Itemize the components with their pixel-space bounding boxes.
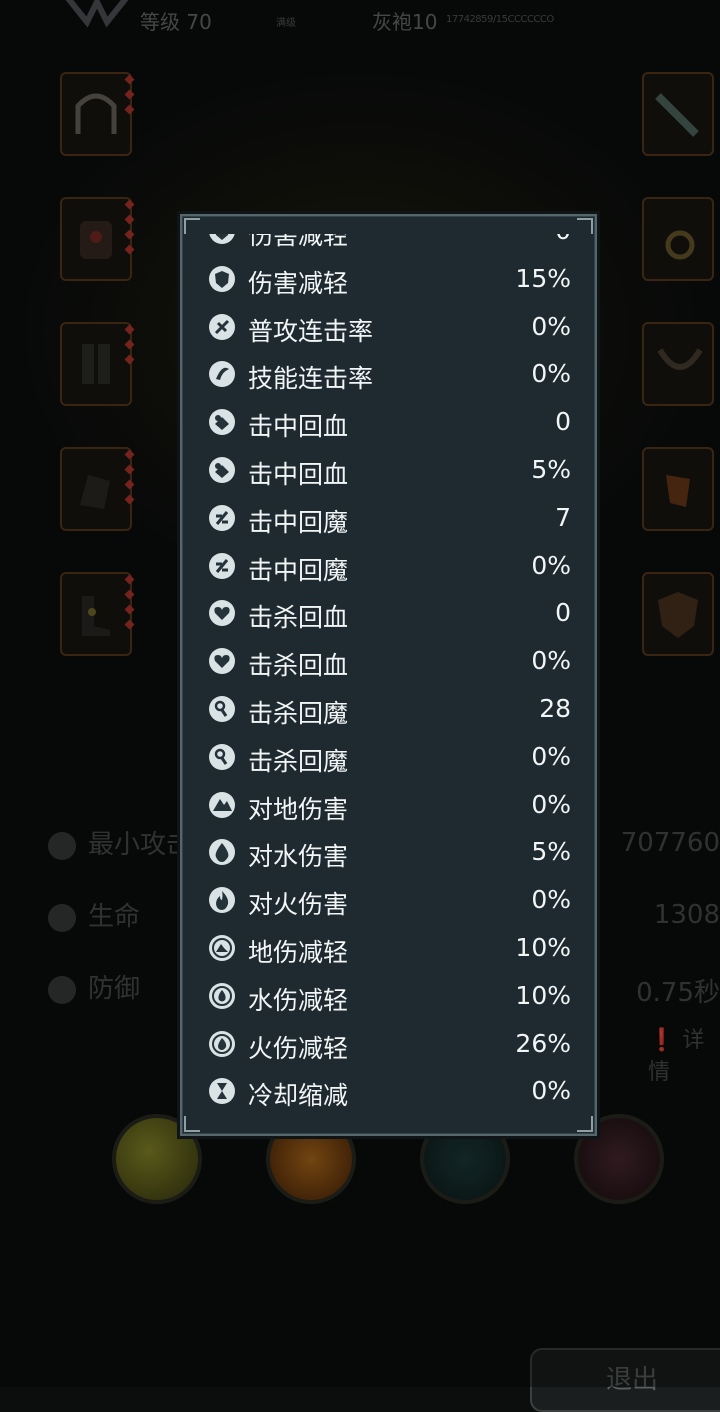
attribute-value: 5% [531,837,571,867]
attribute-label: 冷却缩减 [248,1081,349,1111]
cooldown-icon [209,1078,235,1105]
attribute-label: 击杀回血 [248,651,349,681]
combo-skill-icon [209,361,235,388]
attribute-label: 击杀回魔 [248,746,349,776]
kill-heal-icon [209,600,235,627]
attribute-value: 0% [531,311,571,341]
panel-corner [577,218,593,234]
attribute-row: 击中回血 0 [196,398,585,446]
attribute-row: 普攻连击率 0% [196,303,585,351]
attribute-label: 水伤减轻 [248,985,349,1015]
attribute-label: 伤害减轻 [248,234,349,250]
attribute-row: 对火伤害 0% [196,876,585,924]
attribute-label: 击中回魔 [248,555,349,585]
shield-person-icon [209,265,235,292]
attribute-label: 击杀回血 [248,603,349,633]
water-icon [209,839,235,866]
attribute-label: 普攻连击率 [248,316,374,346]
attribute-label: 击中回血 [248,459,349,489]
attribute-row: 技能连击率 0% [196,350,585,398]
attribute-label: 伤害减轻 [248,268,349,298]
attribute-label: 火伤减轻 [248,1033,349,1063]
attribute-value: 10% [515,980,571,1010]
attribute-row: 击中回血 5% [196,446,585,494]
attribute-value: 15% [515,263,571,293]
attribute-scroll-list[interactable]: 伤害减轻0伤害减轻15%普攻连击率0%技能连击率0%击中回血0击中回血5%击中回… [196,234,585,1120]
attribute-row: 击杀回魔 0% [196,733,585,781]
hit-heal-icon [209,409,235,436]
attribute-label: 技能连击率 [248,364,374,394]
attribute-value: 0% [531,741,571,771]
attribute-row: 击杀回血 0 [196,589,585,637]
attribute-row: 击杀回魔 28 [196,685,585,733]
attribute-row: 击中回魔 7 [196,494,585,542]
attribute-row: 对地伤害 0% [196,781,585,829]
earth-icon [209,791,235,818]
attribute-value: 0% [531,789,571,819]
attribute-row: 地伤减轻 10% [196,924,585,972]
attribute-row: 水伤减轻 10% [196,972,585,1020]
attribute-row: 对水伤害 5% [196,828,585,876]
attribute-value: 0% [531,885,571,915]
combo-sword-icon [209,313,235,340]
attribute-value: 26% [515,1028,571,1058]
fire-icon [209,887,235,914]
attribute-row: 伤害减轻 15% [196,255,585,303]
attribute-value: 7 [555,502,571,532]
hit-mana-icon [209,504,235,531]
shield-person-icon [209,234,235,244]
attribute-label: 对水伤害 [248,842,349,872]
attribute-label: 对火伤害 [248,890,349,920]
attribute-detail-panel[interactable]: 伤害减轻0伤害减轻15%普攻连击率0%技能连击率0%击中回血0击中回血5%击中回… [180,214,597,1136]
attribute-value: 0 [555,598,571,628]
attribute-label: 击中回魔 [248,507,349,537]
attribute-label: 击中回血 [248,412,349,442]
earth-shield-icon [209,934,235,961]
attribute-value: 0% [531,359,571,389]
attribute-row: 火伤减轻 26% [196,1020,585,1068]
attribute-value: 10% [515,932,571,962]
hit-mana-icon [209,552,235,579]
attribute-value: 5% [531,454,571,484]
fire-shield-icon [209,1030,235,1057]
attribute-value: 28 [539,693,571,723]
kill-heal-icon [209,648,235,675]
attribute-row: 伤害减轻 0 [196,234,585,255]
kill-mana-icon [209,743,235,770]
attribute-value: 0% [531,646,571,676]
attribute-label: 击杀回魔 [248,698,349,728]
attribute-value: 0% [531,550,571,580]
attribute-label: 地伤减轻 [248,937,349,967]
kill-mana-icon [209,695,235,722]
attribute-value: 0% [531,1076,571,1106]
attribute-value: 0 [555,407,571,437]
attribute-row: 冷却缩减 0% [196,1067,585,1115]
attribute-list: 伤害减轻0伤害减轻15%普攻连击率0%技能连击率0%击中回血0击中回血5%击中回… [196,234,585,1115]
attribute-value: 0 [555,234,571,245]
water-shield-icon [209,982,235,1009]
attribute-label: 对地伤害 [248,794,349,824]
hit-heal-icon [209,456,235,483]
panel-corner [184,218,200,234]
attribute-row: 击中回魔 0% [196,542,585,590]
attribute-row: 击杀回血 0% [196,637,585,685]
